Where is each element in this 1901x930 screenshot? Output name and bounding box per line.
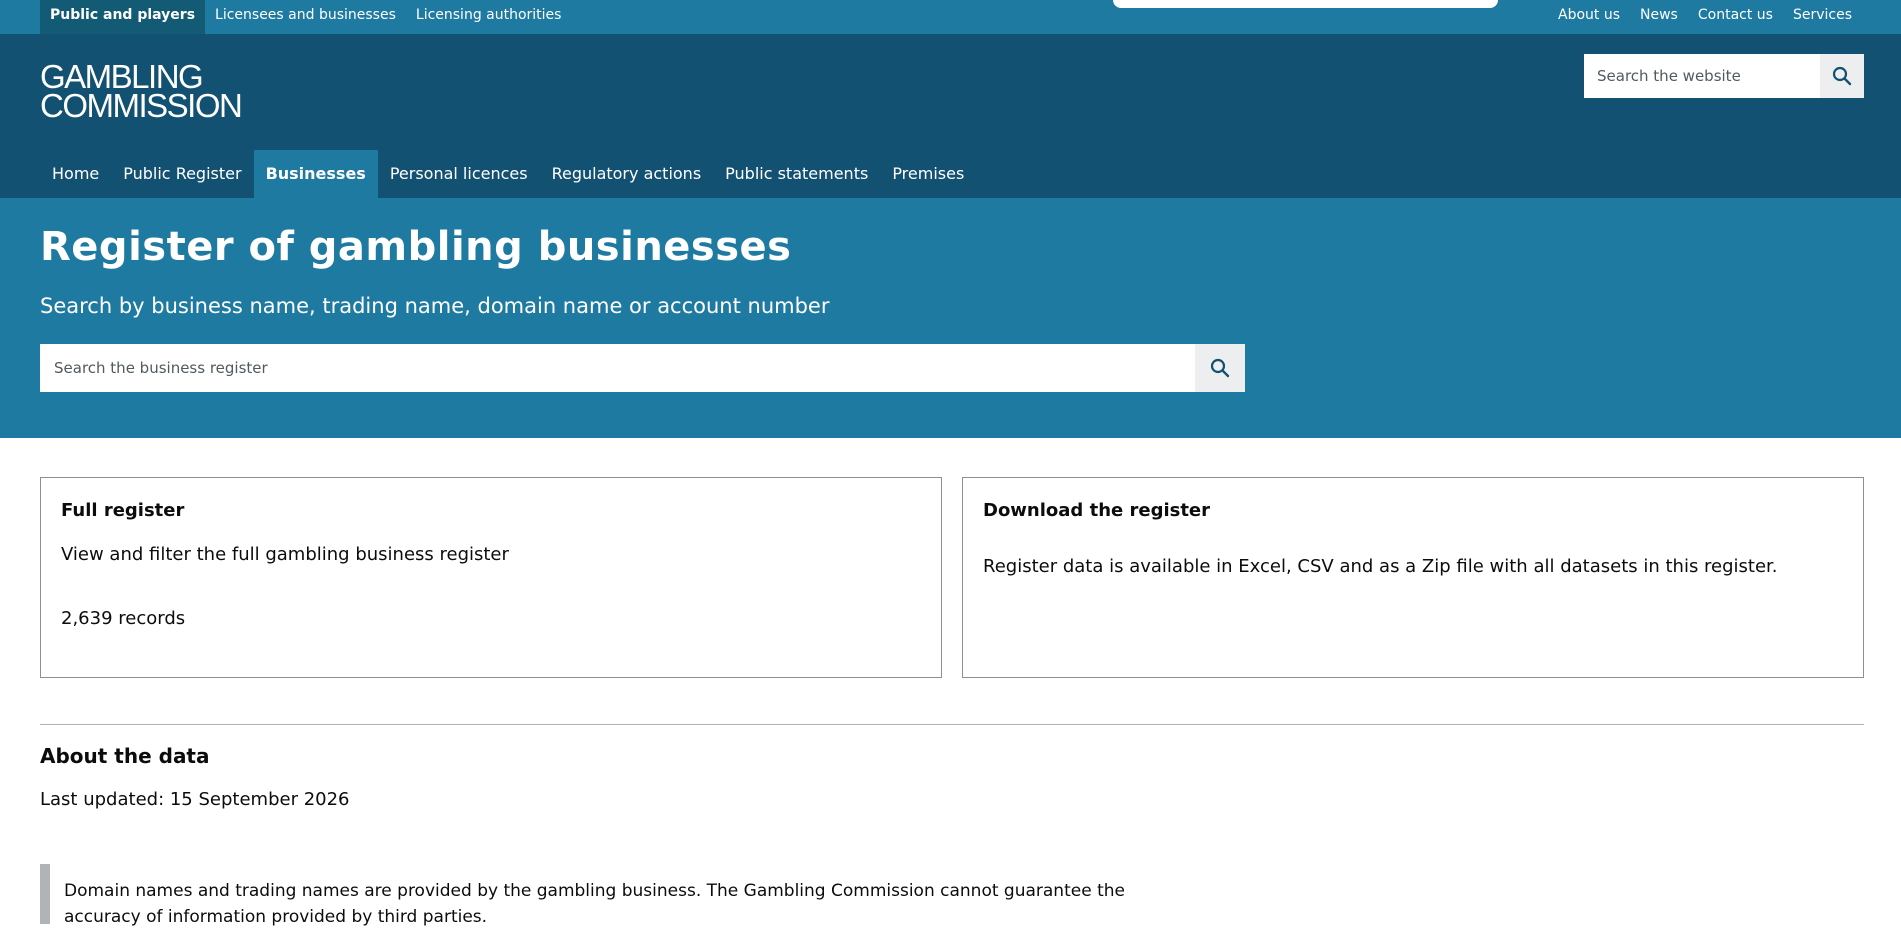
download-register-description: Register data is available in Excel, CSV…	[983, 556, 1778, 577]
news-link[interactable]: News	[1630, 0, 1688, 34]
data-disclaimer-inset: Domain names and trading names are provi…	[40, 864, 1200, 927]
nav-public-register[interactable]: Public Register	[111, 150, 253, 198]
search-icon	[1210, 358, 1230, 378]
top-bar: Public and players Licensees and busines…	[0, 0, 1901, 34]
top-bar-notch	[1113, 0, 1498, 8]
page-subtitle: Search by business name, trading name, d…	[40, 294, 830, 318]
nav-home[interactable]: Home	[40, 150, 111, 198]
site-search	[1584, 54, 1864, 98]
download-register-card[interactable]: Download the register Register data is a…	[962, 477, 1864, 678]
nav-businesses[interactable]: Businesses	[253, 150, 378, 198]
about-us-link[interactable]: About us	[1548, 0, 1630, 34]
page-title: Register of gambling businesses	[40, 224, 792, 270]
site-search-button[interactable]	[1820, 54, 1864, 98]
section-divider	[40, 724, 1864, 725]
full-register-card[interactable]: Full register View and filter the full g…	[40, 477, 942, 678]
audience-licensing-authorities[interactable]: Licensing authorities	[406, 0, 572, 34]
register-cards: Full register View and filter the full g…	[40, 477, 1864, 680]
main-nav: Home Public Register Businesses Personal…	[40, 150, 976, 198]
gambling-commission-logo[interactable]: GAMBLING COMMISSION	[40, 60, 243, 124]
full-register-description: View and filter the full gambling busine…	[61, 544, 509, 565]
data-disclaimer-text: Domain names and trading names are provi…	[64, 881, 1125, 927]
contact-us-link[interactable]: Contact us	[1688, 0, 1783, 34]
full-register-title[interactable]: Full register	[61, 500, 184, 521]
nav-public-statements[interactable]: Public statements	[713, 150, 880, 198]
utility-nav: About us News Contact us Services	[1548, 0, 1861, 34]
masthead: GAMBLING COMMISSION Home Public Register…	[0, 34, 1901, 198]
site-search-input[interactable]	[1584, 54, 1820, 98]
nav-personal-licences[interactable]: Personal licences	[378, 150, 540, 198]
hero-banner: Register of gambling businesses Search b…	[0, 198, 1901, 438]
nav-regulatory-actions[interactable]: Regulatory actions	[540, 150, 714, 198]
download-register-title[interactable]: Download the register	[983, 500, 1210, 521]
logo-line-2: COMMISSION	[40, 87, 243, 124]
business-search-button[interactable]	[1195, 344, 1245, 392]
audience-licensees-and-businesses[interactable]: Licensees and businesses	[205, 0, 406, 34]
about-the-data-heading: About the data	[40, 744, 210, 768]
audience-public-and-players[interactable]: Public and players	[40, 0, 206, 34]
business-search-input[interactable]	[40, 344, 1195, 392]
search-icon	[1832, 66, 1852, 86]
full-register-record-count: 2,639 records	[61, 608, 186, 629]
business-register-search	[40, 344, 1245, 392]
last-updated-text: Last updated: 15 September 2026	[40, 789, 350, 810]
nav-premises[interactable]: Premises	[880, 150, 976, 198]
services-link[interactable]: Services	[1783, 0, 1861, 34]
audience-nav: Public and players Licensees and busines…	[40, 0, 571, 34]
